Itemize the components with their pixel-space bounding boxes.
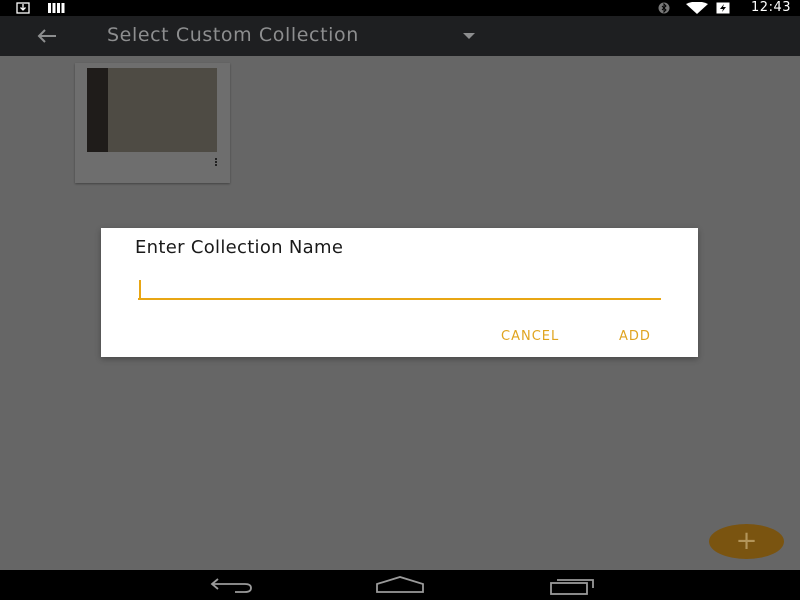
- book-spine: [87, 68, 108, 152]
- wifi-icon: [686, 2, 708, 14]
- collection-name-dialog: Enter Collection Name CANCEL ADD: [101, 228, 698, 357]
- signal-bars-icon: [48, 3, 65, 13]
- nav-home-icon[interactable]: [375, 576, 425, 594]
- download-icon: [16, 2, 30, 14]
- navigation-bar: [0, 570, 800, 600]
- collection-thumbnail[interactable]: [87, 68, 217, 152]
- battery-charging-icon: [716, 2, 730, 14]
- cancel-button[interactable]: CANCEL: [501, 329, 559, 344]
- caret-down-icon[interactable]: [462, 32, 476, 40]
- back-button[interactable]: [32, 24, 64, 48]
- status-bar: 12:43: [0, 0, 800, 16]
- collection-selector-title[interactable]: Select Custom Collection: [107, 24, 359, 46]
- collection-name-input[interactable]: [138, 278, 661, 300]
- collection-card[interactable]: [75, 63, 230, 183]
- add-button[interactable]: ADD: [619, 329, 651, 344]
- dialog-title: Enter Collection Name: [135, 237, 344, 258]
- status-clock: 12:43: [751, 0, 791, 15]
- app-bar: Select Custom Collection: [0, 16, 800, 56]
- bluetooth-icon: [658, 2, 670, 14]
- text-cursor: [139, 280, 141, 298]
- more-vert-icon[interactable]: [213, 157, 219, 169]
- add-collection-fab[interactable]: +: [709, 524, 784, 559]
- nav-recents-icon[interactable]: [548, 576, 596, 596]
- nav-back-icon[interactable]: [205, 576, 253, 594]
